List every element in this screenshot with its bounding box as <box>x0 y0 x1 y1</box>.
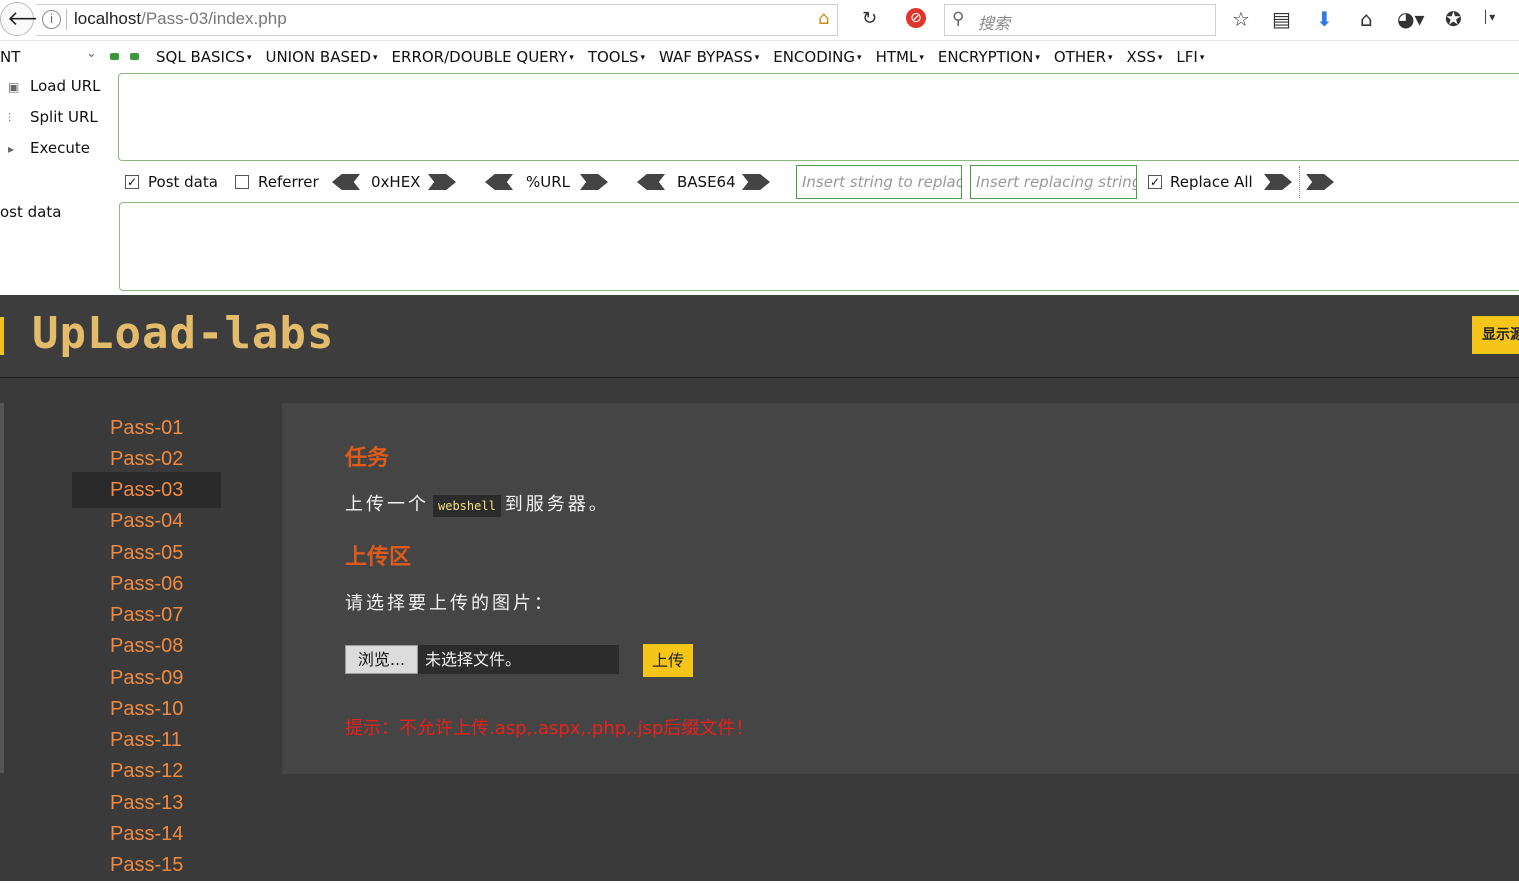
url-textarea[interactable] <box>118 73 1519 161</box>
load-url-button[interactable]: ▣ Load URL <box>8 77 101 95</box>
base64-label: BASE64 <box>677 173 736 191</box>
execute-icon: ▸ <box>8 142 15 156</box>
replace-all-label[interactable]: Replace All <box>1170 173 1253 191</box>
upload-button[interactable]: 上传 <box>643 644 693 677</box>
execute-label: Execute <box>30 139 90 157</box>
task-prefix: 上传一个 <box>345 494 429 515</box>
url-path: /Pass-03/index.php <box>141 9 287 28</box>
referrer-label[interactable]: Referrer <box>258 173 319 191</box>
file-browse-button[interactable]: 浏览... <box>345 645 418 674</box>
menu-html[interactable]: HTML <box>876 48 924 66</box>
url-label: %URL <box>526 173 571 191</box>
menu-error-double-query[interactable]: ERROR/DOUBLE QUERY <box>392 48 574 66</box>
replace-find-input[interactable]: Insert string to replace <box>796 165 962 199</box>
menu-sql-basics[interactable]: SQL BASICS <box>156 48 251 66</box>
load-url-icon: ▣ <box>8 80 20 94</box>
search-icon: ⚲ <box>952 9 965 29</box>
menu-other[interactable]: OTHER <box>1054 48 1113 66</box>
back-button[interactable]: 🡐 <box>0 2 61 36</box>
overflow-menu-icon[interactable]: │▾ <box>1482 10 1495 24</box>
bookmark-star-icon[interactable]: ☆ <box>1232 7 1250 31</box>
show-source-button[interactable]: 显示源码 <box>1472 316 1519 354</box>
search-placeholder: 搜索 <box>978 14 1011 33</box>
home-icon[interactable]: ⌂ <box>1360 7 1373 31</box>
site-logo[interactable]: UpLoad-labs <box>32 308 334 359</box>
site-home-icon[interactable]: ⌂ <box>818 8 829 29</box>
url-host: localhost <box>74 9 142 28</box>
task-code: webshell <box>433 495 501 517</box>
referrer-checkbox[interactable] <box>235 175 249 189</box>
menu-encryption[interactable]: ENCRYPTION <box>938 48 1040 66</box>
chevron-down-icon[interactable]: ⌄ <box>86 46 97 61</box>
info-icon[interactable]: i <box>42 10 61 29</box>
separator <box>1299 166 1300 198</box>
nav-edge <box>0 403 4 773</box>
nav-pass-12[interactable]: Pass-12 <box>72 753 221 789</box>
download-icon[interactable]: ⬇ <box>1316 7 1333 31</box>
block-icon[interactable]: ⊘ <box>906 8 926 28</box>
nav-pass-04[interactable]: Pass-04 <box>72 503 221 539</box>
post-data-textarea[interactable] <box>119 202 1519 291</box>
task-description: 上传一个 webshell 到服务器。 <box>345 490 610 517</box>
reload-icon[interactable]: ↻ <box>862 8 877 29</box>
header-edge-marker <box>0 317 4 355</box>
post-data-label[interactable]: Post data <box>148 173 218 191</box>
task-heading: 任务 <box>345 446 390 471</box>
execute-button[interactable]: ▸ Execute <box>8 139 90 157</box>
menu-xss[interactable]: XSS <box>1127 48 1163 66</box>
post-data-checkbox[interactable]: ✓ <box>125 175 139 189</box>
load-url-label: Load URL <box>30 77 101 95</box>
split-url-button[interactable]: ⫶ Split URL <box>8 108 98 126</box>
minus-icon[interactable] <box>110 53 119 60</box>
palette-icon[interactable]: ✪ <box>1445 7 1462 31</box>
nav-pass-08[interactable]: Pass-08 <box>72 628 221 664</box>
file-status[interactable]: 未选择文件。 <box>418 645 619 674</box>
upload-heading: 上传区 <box>345 545 412 570</box>
upload-prompt: 请选择要上传的图片： <box>345 593 555 614</box>
plus-icon[interactable] <box>130 53 139 60</box>
menu-tools[interactable]: TOOLS <box>588 48 645 66</box>
globe-icon[interactable]: ◕▾ <box>1397 7 1425 31</box>
split-url-label: Split URL <box>30 108 98 126</box>
hackbar-selector[interactable]: NT <box>0 48 20 66</box>
split-url-icon: ⫶ <box>8 111 12 125</box>
post-data-area-label: ost data <box>0 203 62 221</box>
menu-lfi[interactable]: LFI <box>1176 48 1204 66</box>
replace-all-checkbox[interactable]: ✓ <box>1148 175 1162 189</box>
hackbar-menu: SQL BASICS UNION BASED ERROR/DOUBLE QUER… <box>156 48 1204 66</box>
replace-with-input[interactable]: Insert replacing string <box>970 165 1137 199</box>
task-suffix: 到服务器。 <box>504 494 610 515</box>
reading-list-icon[interactable]: ▤ <box>1272 7 1291 31</box>
menu-union-based[interactable]: UNION BASED <box>265 48 377 66</box>
url-text[interactable]: localhost/Pass-03/index.php <box>74 9 287 29</box>
hex-label: 0xHEX <box>371 173 421 191</box>
hint-text: 提示：不允许上传.asp,.aspx,.php,.jsp后缀文件！ <box>345 718 754 739</box>
menu-encoding[interactable]: ENCODING <box>773 48 861 66</box>
nav-pass-15[interactable]: Pass-15 <box>72 847 221 883</box>
menu-waf-bypass[interactable]: WAF BYPASS <box>659 48 759 66</box>
address-divider <box>66 9 67 30</box>
